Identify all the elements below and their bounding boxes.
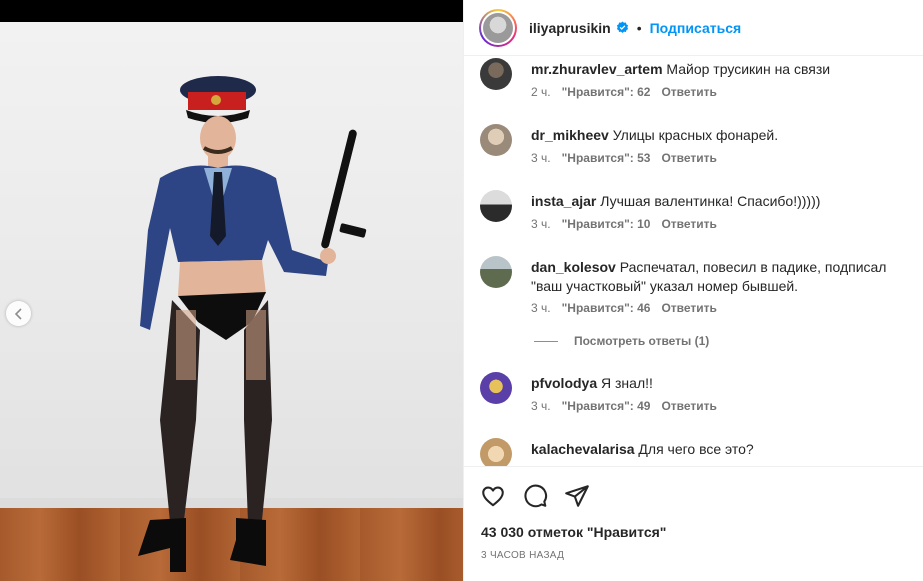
- comment-likes[interactable]: "Нравится": 53: [562, 151, 651, 165]
- comment-username[interactable]: kalachevalarisa: [531, 441, 635, 457]
- comment-text: Я знал!!: [601, 375, 653, 391]
- comment-likes[interactable]: "Нравится": 49: [562, 399, 651, 413]
- comment-likes[interactable]: "Нравится": 62: [562, 85, 651, 99]
- comment-text: Лучшая валентинка! Спасибо!))))): [600, 193, 821, 209]
- commenter-avatar[interactable]: [480, 190, 512, 222]
- comment-time: 3 ч.: [531, 217, 551, 231]
- person-in-police-costume: [138, 76, 367, 572]
- commenter-avatar[interactable]: [480, 256, 512, 288]
- commenter-avatar[interactable]: [480, 124, 512, 156]
- comment-username[interactable]: dan_kolesov: [531, 259, 616, 275]
- reply-button[interactable]: Ответить: [661, 85, 716, 99]
- comment-text: Улицы красных фонарей.: [612, 127, 779, 143]
- verified-icon: [616, 21, 629, 34]
- comment-text: Майор трусикин на связи: [666, 61, 831, 77]
- post-actions: 43 030 отметок "Нравится" 3 ЧАСОВ НАЗАД: [464, 466, 923, 581]
- comment-time: 2 ч.: [531, 85, 551, 99]
- view-replies-button[interactable]: Посмотреть ответы (1): [534, 334, 709, 348]
- commenter-avatar[interactable]: [480, 372, 512, 404]
- post-side-panel: iliyaprusikin • Подписаться mr.zhuravlev…: [463, 0, 923, 581]
- post-timestamp[interactable]: 3 ЧАСОВ НАЗАД: [481, 550, 564, 561]
- reply-button[interactable]: Ответить: [661, 399, 716, 413]
- comment-likes[interactable]: "Нравится": 46: [562, 301, 651, 315]
- comment-likes[interactable]: "Нравится": 10: [562, 217, 651, 231]
- header-separator: •: [636, 19, 642, 36]
- comments-list: mr.zhuravlev_artem Майор трусикин на свя…: [464, 56, 923, 466]
- reply-button[interactable]: Ответить: [661, 301, 716, 315]
- view-replies-label: Посмотреть ответы (1): [574, 334, 710, 348]
- reply-button[interactable]: Ответить: [661, 151, 716, 165]
- heart-icon[interactable]: [480, 483, 506, 509]
- comment-icon[interactable]: [522, 483, 548, 509]
- follow-button[interactable]: Подписаться: [650, 20, 742, 36]
- author-username[interactable]: iliyaprusikin: [529, 20, 611, 36]
- comment-time: 3 ч.: [531, 301, 551, 315]
- comment-username[interactable]: pfvolodya: [531, 375, 597, 391]
- commenter-avatar[interactable]: [480, 438, 512, 466]
- author-avatar[interactable]: [479, 8, 517, 47]
- commenter-avatar[interactable]: [480, 58, 512, 90]
- instagram-post-view: iliyaprusikin • Подписаться mr.zhuravlev…: [0, 0, 923, 581]
- reply-button[interactable]: Ответить: [661, 217, 716, 231]
- likes-count[interactable]: 43 030 отметок "Нравится": [481, 524, 666, 540]
- comment-username[interactable]: dr_mikheev: [531, 127, 609, 143]
- chevron-left-icon: [14, 307, 22, 320]
- comment-username[interactable]: insta_ajar: [531, 193, 596, 209]
- previous-photo-button[interactable]: [6, 301, 31, 326]
- comment-time: 3 ч.: [531, 399, 551, 413]
- share-icon[interactable]: [564, 483, 590, 509]
- comment-text: Для чего все это?: [638, 441, 754, 457]
- replies-divider: [534, 340, 558, 342]
- post-header: iliyaprusikin • Подписаться: [464, 0, 923, 56]
- comment-time: 3 ч.: [531, 151, 551, 165]
- comment-username[interactable]: mr.zhuravlev_artem: [531, 61, 663, 77]
- post-photo: [0, 0, 463, 581]
